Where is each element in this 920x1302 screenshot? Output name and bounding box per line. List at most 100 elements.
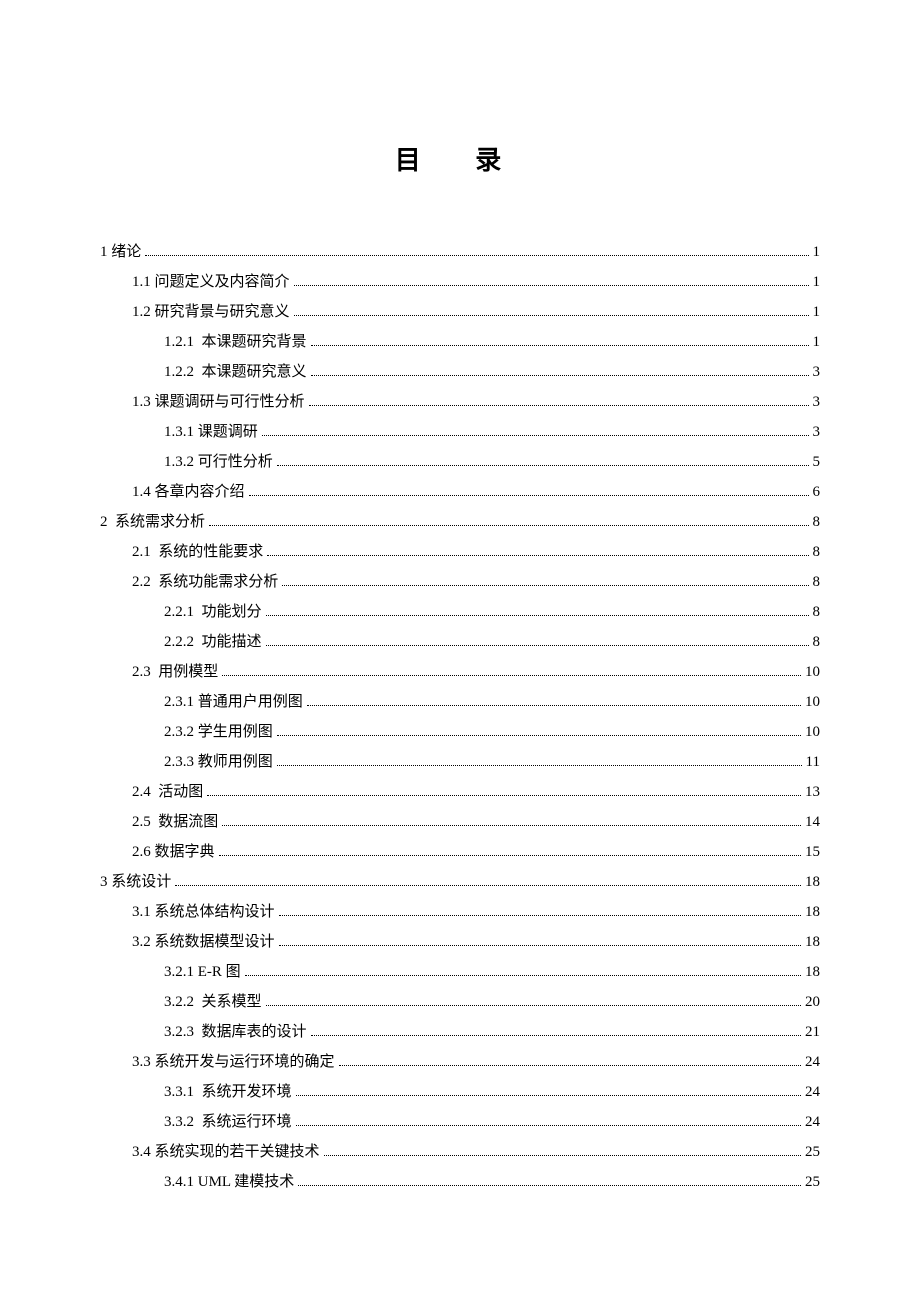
toc-title: 目 录 <box>100 140 820 177</box>
toc-entry: 2.3.3 教师用例图 11 <box>100 747 820 777</box>
toc-entry: 1.2 研究背景与研究意义 1 <box>100 297 820 327</box>
toc-leader-dots <box>307 705 801 706</box>
toc-entry: 2.3.1 普通用户用例图10 <box>100 687 820 717</box>
toc-entry-page: 24 <box>805 1077 820 1107</box>
toc-entry-label: 1.3.1 课题调研 <box>164 417 258 447</box>
toc-leader-dots <box>296 1095 801 1096</box>
toc-entry-page: 1 <box>813 267 821 297</box>
toc-entry: 1 绪论 1 <box>100 237 820 267</box>
toc-entry-label: 2.3.3 教师用例图 <box>164 747 273 777</box>
toc-leader-dots <box>266 615 809 616</box>
toc-entry-label: 3.3.1 系统开发环境 <box>164 1077 292 1107</box>
toc-entry-label: 3.2.1 E-R 图 <box>164 957 241 987</box>
toc-entry-label: 3.2 系统数据模型设计 <box>132 927 275 957</box>
toc-entry-label: 3.2.3 数据库表的设计 <box>164 1017 307 1047</box>
toc-entry-label: 1.1 问题定义及内容简介 <box>132 267 290 297</box>
toc-entry-page: 10 <box>805 717 820 747</box>
toc-entry: 3.2.2 关系模型20 <box>100 987 820 1017</box>
toc-entry-page: 15 <box>805 837 820 867</box>
toc-entry: 3.3 系统开发与运行环境的确定 24 <box>100 1047 820 1077</box>
toc-entry-page: 8 <box>813 567 821 597</box>
toc-entry: 1.3.2 可行性分析5 <box>100 447 820 477</box>
toc-entry-page: 3 <box>813 357 821 387</box>
toc-entry-page: 10 <box>805 657 820 687</box>
toc-entry-page: 18 <box>805 927 820 957</box>
toc-leader-dots <box>339 1065 801 1066</box>
toc-entry-label: 3.3 系统开发与运行环境的确定 <box>132 1047 335 1077</box>
toc-entry-page: 18 <box>805 867 820 897</box>
toc-entry-page: 1 <box>813 297 821 327</box>
toc-entry: 1.3 课题调研与可行性分析 3 <box>100 387 820 417</box>
document-page: 目 录 1 绪论11.1 问题定义及内容简介11.2 研究背景与研究意义11.2… <box>0 0 920 1277</box>
toc-entry-label: 3.4.1 UML 建模技术 <box>164 1167 294 1197</box>
toc-leader-dots <box>296 1125 801 1126</box>
toc-entry-page: 11 <box>806 747 820 777</box>
toc-leader-dots <box>207 795 801 796</box>
toc-leader-dots <box>294 315 809 316</box>
toc-entry: 3.1 系统总体结构设计 18 <box>100 897 820 927</box>
toc-leader-dots <box>324 1155 801 1156</box>
toc-entry-label: 3.4 系统实现的若干关键技术 <box>132 1137 320 1167</box>
toc-entry-label: 1.3 课题调研与可行性分析 <box>132 387 305 417</box>
toc-entry-label: 1 绪论 <box>100 237 141 267</box>
toc-leader-dots <box>145 255 808 256</box>
toc-entry-page: 8 <box>813 537 821 567</box>
toc-entry-page: 1 <box>813 237 821 267</box>
toc-entry: 2.2 系统功能需求分析 8 <box>100 567 820 597</box>
toc-entry-label: 2.2 系统功能需求分析 <box>132 567 278 597</box>
toc-leader-dots <box>311 375 809 376</box>
toc-entry-label: 1.2.2 本课题研究意义 <box>164 357 307 387</box>
toc-leader-dots <box>267 555 808 556</box>
toc-entry: 3.2 系统数据模型设计 18 <box>100 927 820 957</box>
toc-leader-dots <box>277 465 809 466</box>
toc-entry-label: 2.2.2 功能描述 <box>164 627 262 657</box>
toc-entry-label: 1.2.1 本课题研究背景 <box>164 327 307 357</box>
toc-leader-dots <box>311 345 809 346</box>
toc-leader-dots <box>298 1185 801 1186</box>
toc-entry: 2.1 系统的性能要求 8 <box>100 537 820 567</box>
toc-entry-page: 6 <box>813 477 821 507</box>
toc-entry-label: 3 系统设计 <box>100 867 171 897</box>
toc-entry-page: 10 <box>805 687 820 717</box>
toc-entry-page: 5 <box>813 447 821 477</box>
toc-entry-page: 8 <box>813 627 821 657</box>
toc-entry-label: 2.3.2 学生用例图 <box>164 717 273 747</box>
toc-leader-dots <box>266 645 809 646</box>
toc-entry-label: 2.5 数据流图 <box>132 807 218 837</box>
toc-leader-dots <box>219 855 801 856</box>
toc-entry: 3 系统设计 18 <box>100 867 820 897</box>
toc-entry-label: 3.2.2 关系模型 <box>164 987 262 1017</box>
toc-entry-label: 3.3.2 系统运行环境 <box>164 1107 292 1137</box>
toc-entry-label: 2.4 活动图 <box>132 777 203 807</box>
toc-entry: 3.2.1 E-R 图 18 <box>100 957 820 987</box>
toc-entry-label: 2 系统需求分析 <box>100 507 205 537</box>
toc-entry-label: 3.1 系统总体结构设计 <box>132 897 275 927</box>
toc-entry: 3.2.3 数据库表的设计21 <box>100 1017 820 1047</box>
toc-leader-dots <box>175 885 801 886</box>
toc-entry-label: 2.6 数据字典 <box>132 837 215 867</box>
toc-leader-dots <box>282 585 808 586</box>
toc-list: 1 绪论 1 1.1 问题定义及内容简介 1 1.2 研究背景与研究意义 1 1.2.1 本… <box>100 237 820 1197</box>
toc-leader-dots <box>311 1035 801 1036</box>
toc-leader-dots <box>222 675 801 676</box>
toc-leader-dots <box>279 915 801 916</box>
toc-entry: 2 系统需求分析 8 <box>100 507 820 537</box>
toc-leader-dots <box>266 1005 801 1006</box>
toc-entry-label: 1.2 研究背景与研究意义 <box>132 297 290 327</box>
toc-leader-dots <box>294 285 809 286</box>
toc-entry-label: 2.1 系统的性能要求 <box>132 537 263 567</box>
toc-entry-page: 3 <box>813 387 821 417</box>
toc-entry-page: 8 <box>813 507 821 537</box>
toc-entry-page: 25 <box>805 1137 820 1167</box>
toc-entry: 2.3.2 学生用例图 10 <box>100 717 820 747</box>
toc-entry-label: 2.2.1 功能划分 <box>164 597 262 627</box>
toc-entry-page: 24 <box>805 1047 820 1077</box>
toc-entry: 1.3.1 课题调研3 <box>100 417 820 447</box>
toc-entry: 2.2.1 功能划分8 <box>100 597 820 627</box>
toc-entry-page: 18 <box>805 897 820 927</box>
toc-entry: 1.4 各章内容介绍6 <box>100 477 820 507</box>
toc-entry: 2.6 数据字典 15 <box>100 837 820 867</box>
toc-entry: 3.4.1 UML 建模技术25 <box>100 1167 820 1197</box>
toc-entry-page: 18 <box>805 957 820 987</box>
toc-entry-page: 14 <box>805 807 820 837</box>
